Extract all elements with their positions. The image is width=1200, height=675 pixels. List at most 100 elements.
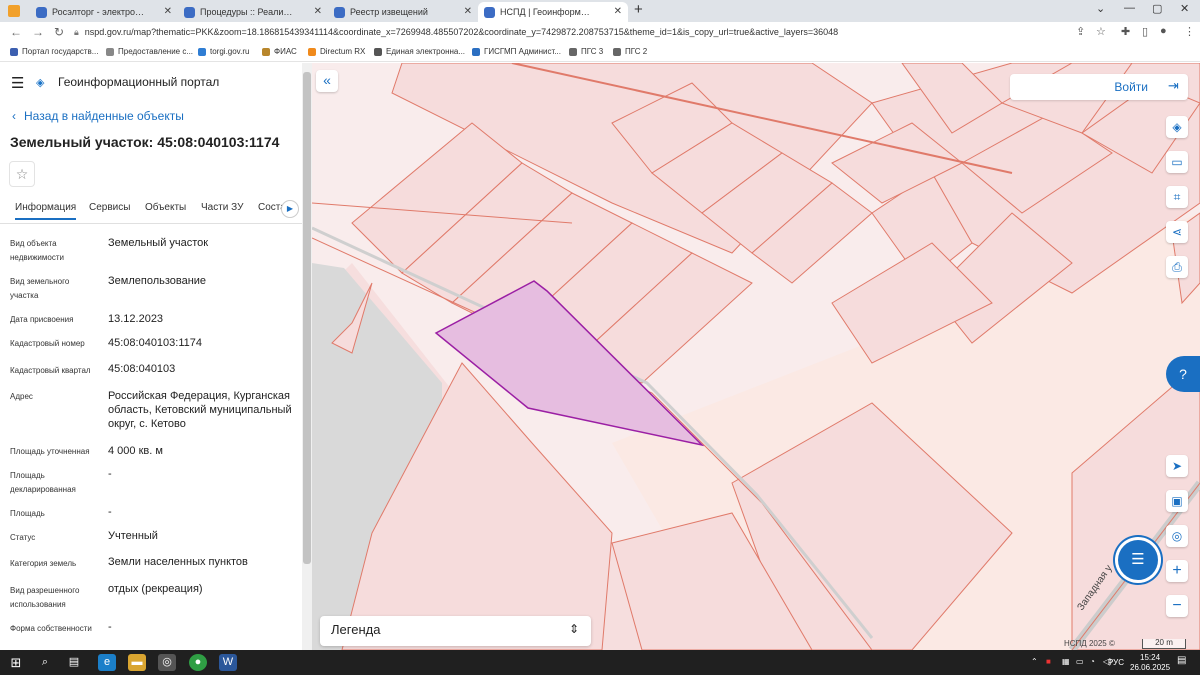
forward-arrow-icon[interactable]: → xyxy=(32,25,44,39)
maximize-button[interactable]: ▢ xyxy=(1152,2,1162,15)
scrollbar-thumb[interactable] xyxy=(303,72,311,564)
layers-icon[interactable]: ◈ xyxy=(1166,116,1188,138)
close-icon[interactable]: ✕ xyxy=(614,2,622,22)
bookmark-star-icon[interactable]: ☆ xyxy=(1096,25,1106,38)
bookmark-item[interactable]: ФИАС xyxy=(262,45,297,59)
taskbar-clock[interactable]: 15:24 26.06.2025 xyxy=(1130,653,1170,673)
address-bar: ← → ↻ 🔒︎ nspd.gov.ru/map?thematic=PKK&zoo… xyxy=(0,22,1200,42)
url-field[interactable]: 🔒︎ nspd.gov.ru/map?thematic=PKK&zoom=18.1… xyxy=(74,24,1064,40)
chrome-icon[interactable]: ● xyxy=(189,654,207,671)
minimap-icon[interactable]: ▣ xyxy=(1166,490,1188,512)
profile-icon[interactable]: ● xyxy=(1160,25,1167,37)
navigate-icon[interactable]: ➤ xyxy=(1166,455,1188,477)
torgi-icon xyxy=(198,48,206,56)
tray-wifi-icon[interactable]: ◔ xyxy=(1090,657,1095,666)
back-arrow-icon[interactable]: ← xyxy=(10,25,22,39)
share-icon[interactable]: ⋖ xyxy=(1166,221,1188,243)
bookmark-item[interactable]: ПГС 3 xyxy=(569,45,603,59)
field-label: Статус xyxy=(10,533,36,542)
back-to-results-link[interactable]: ‹ Назад в найденные объекты xyxy=(12,109,184,123)
close-window-button[interactable]: ✕ xyxy=(1180,2,1189,15)
tray-network-icon[interactable]: ▦ xyxy=(1062,657,1070,666)
tab-list-icon[interactable]: ⌄ xyxy=(1096,2,1105,15)
minimize-button[interactable]: — xyxy=(1124,2,1135,14)
show-hidden-icons[interactable]: ⌃ xyxy=(1031,657,1038,666)
collapse-panel-button[interactable]: « xyxy=(316,70,338,92)
field-value: Земельный участок xyxy=(108,237,209,249)
bookmark-item[interactable]: Единая электронна... xyxy=(374,45,465,59)
notifications-icon[interactable]: ▤ xyxy=(1177,655,1186,666)
field-value: отдых (рекреация) xyxy=(108,583,203,595)
map-scale: 20 m xyxy=(1142,639,1186,649)
tab-registry[interactable]: Реестр извещений ✕ xyxy=(328,2,478,22)
close-icon[interactable]: ✕ xyxy=(464,2,472,22)
legend-dropdown[interactable]: Легенда ⇕ xyxy=(320,616,591,646)
task-view-icon[interactable]: ▤ xyxy=(65,654,83,671)
tab-services[interactable]: Сервисы xyxy=(89,202,130,213)
menu-dots-icon[interactable]: ⋮ xyxy=(1184,25,1195,38)
print-icon[interactable]: ⎙ xyxy=(1166,256,1188,278)
field-value: - xyxy=(108,506,112,518)
gisgmp-icon xyxy=(472,48,480,56)
bookmark-item[interactable]: ГИСГМП Админист... xyxy=(472,45,561,59)
map-canvas[interactable]: Западная у xyxy=(312,63,1200,650)
bookmark-item[interactable]: Directum RX xyxy=(308,45,365,59)
sidebar-icon[interactable]: ▯ xyxy=(1142,25,1148,38)
globe-icon xyxy=(334,7,345,18)
login-button[interactable]: Войти xyxy=(1010,74,1188,100)
globe-icon xyxy=(36,7,47,18)
hamburger-menu-icon[interactable]: ☰ xyxy=(11,74,24,92)
lock-icon: 🔒︎ xyxy=(74,27,79,37)
field-label: Кадастровый квартал xyxy=(10,366,91,375)
edge-icon[interactable]: e xyxy=(98,654,116,671)
zoom-in-icon[interactable]: + xyxy=(1166,560,1188,582)
tray-app-icon[interactable]: ■ xyxy=(1046,657,1051,666)
file-explorer-icon[interactable]: ▬ xyxy=(128,654,146,671)
favorite-star-button[interactable]: ☆ xyxy=(9,161,35,187)
extensions-icon[interactable]: ✚ xyxy=(1121,25,1130,38)
field-label: Дата присвоения xyxy=(10,315,74,324)
tab-search-icon[interactable] xyxy=(8,5,20,17)
browser-tab-bar: Росэлторг - электронная торгов ✕ Процеду… xyxy=(0,0,1200,22)
zoom-out-icon[interactable]: − xyxy=(1166,595,1188,617)
close-icon[interactable]: ✕ xyxy=(164,2,172,22)
tabs-next-button[interactable]: ▶ xyxy=(281,200,299,218)
field-label: Вид земельного участка xyxy=(10,277,70,300)
field-value: - xyxy=(108,468,112,480)
input-language[interactable]: РУС xyxy=(1108,658,1124,667)
new-tab-button[interactable]: + xyxy=(634,1,643,18)
tab-parts[interactable]: Части ЗУ xyxy=(201,202,243,213)
expand-arrows-icon: ⇕ xyxy=(568,622,579,636)
field-label: Площадь декларированная xyxy=(10,471,76,494)
portal-logo-icon: ◈ xyxy=(36,77,45,89)
word-icon[interactable]: W xyxy=(219,654,237,671)
field-label: Вид объекта недвижимости xyxy=(10,239,64,262)
reload-icon[interactable]: ↻ xyxy=(54,25,64,39)
bookmark-item[interactable]: ПГС 2 xyxy=(613,45,647,59)
bookmark-item[interactable]: Предоставление с... xyxy=(106,45,193,59)
share-page-icon[interactable]: ⇪ xyxy=(1076,25,1085,38)
field-label: Вид разрешенного использования xyxy=(10,586,80,609)
field-value: 13.12.2023 xyxy=(108,313,164,325)
help-widget-button[interactable]: ? xyxy=(1166,356,1200,392)
tab-nspd[interactable]: НСПД | Геоинформационный п ✕ xyxy=(478,2,628,22)
field-label: Площадь уточненная xyxy=(10,447,90,456)
tray-battery-icon[interactable]: ▭ xyxy=(1076,657,1084,666)
app-icon[interactable]: ◎ xyxy=(158,654,176,671)
bookmark-item[interactable]: Портал государств... xyxy=(10,45,98,59)
field-label: Категория земель xyxy=(10,559,77,568)
qr-search-icon[interactable]: ⌗ xyxy=(1166,186,1188,208)
tab-roseltorg[interactable]: Росэлторг - электронная торгов ✕ xyxy=(30,2,178,22)
tab-objects[interactable]: Объекты xyxy=(145,202,186,213)
tab-procedures[interactable]: Процедуры :: Реализация госи ✕ xyxy=(178,2,328,22)
field-label: Кадастровый номер xyxy=(10,339,85,348)
windows-start-icon[interactable]: ⊞ xyxy=(7,654,25,671)
cadastral-map: Западная у xyxy=(312,63,1200,650)
chat-assistant-button[interactable]: ☰ xyxy=(1118,540,1158,580)
search-icon[interactable]: ⌕ xyxy=(36,654,54,671)
tab-information[interactable]: Информация xyxy=(15,202,77,220)
locate-icon[interactable]: ◎ xyxy=(1166,525,1188,547)
bookmark-item[interactable]: torgi.gov.ru xyxy=(198,45,249,59)
close-icon[interactable]: ✕ xyxy=(314,2,322,22)
ruler-icon[interactable]: ▭ xyxy=(1166,151,1188,173)
